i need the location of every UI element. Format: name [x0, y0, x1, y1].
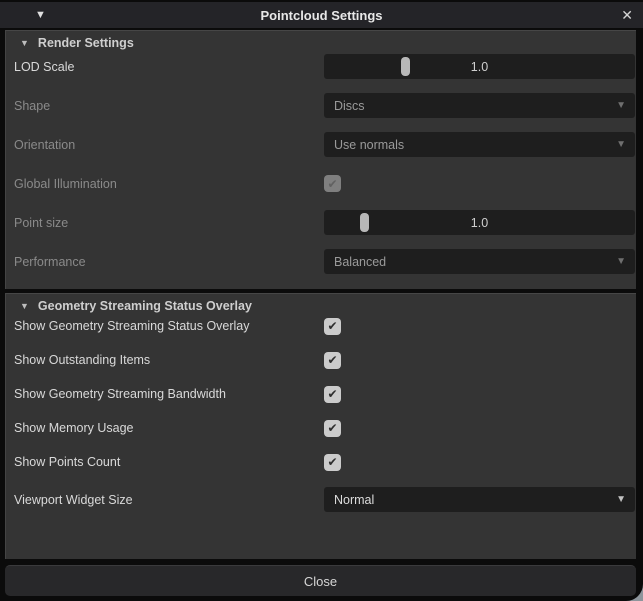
label-point-size: Point size [14, 215, 69, 230]
label-global-illumination: Global Illumination [14, 176, 117, 191]
row-global-illumination: Global Illumination ✔ [6, 171, 636, 196]
dropdown-value: Use normals [334, 137, 405, 152]
collapse-triangle-icon[interactable]: ▼ [20, 38, 29, 48]
close-button[interactable]: Close [5, 565, 636, 596]
row-orientation: Orientation Use normals ▼ [6, 132, 636, 157]
row-shape: Shape Discs ▼ [6, 93, 636, 118]
show-outstanding-items-checkbox[interactable]: ✔ [324, 351, 341, 369]
label-orientation: Orientation [14, 137, 76, 152]
row-show-points-count: Show Points Count ✔ [6, 453, 636, 471]
control-viewport-widget-size: Normal ▼ [324, 487, 635, 512]
dropdown-value: Normal [334, 492, 375, 507]
label-show-memory-usage: Show Memory Usage [14, 421, 134, 435]
titlebar: ▼ Pointcloud Settings ✕ [0, 2, 643, 28]
control-show-geometry-streaming-bandwidth: ✔ [324, 385, 635, 403]
performance-dropdown[interactable]: Balanced ▼ [324, 249, 635, 274]
label-viewport-widget-size: Viewport Widget Size [14, 492, 133, 507]
section-render-settings: ▼ Render Settings LOD Scale 1.0 Shape Discs ▼ O… [5, 30, 636, 289]
control-orientation: Use normals ▼ [324, 132, 635, 157]
control-global-illumination: ✔ [324, 175, 635, 192]
chevron-down-icon[interactable]: ▼ [616, 139, 626, 150]
check-icon: ✔ [327, 421, 338, 435]
orientation-dropdown[interactable]: Use normals ▼ [324, 132, 635, 157]
dropdown-value: Balanced [334, 254, 387, 269]
lod-scale-slider[interactable]: 1.0 [324, 54, 635, 79]
control-show-outstanding-items: ✔ [324, 351, 635, 369]
control-show-memory-usage: ✔ [324, 419, 635, 437]
row-point-size: Point size 1.0 [6, 210, 636, 235]
control-shape: Discs ▼ [324, 93, 635, 118]
row-viewport-widget-size: Viewport Widget Size Normal ▼ [6, 487, 636, 512]
check-icon: ✔ [327, 176, 338, 191]
check-icon: ✔ [327, 455, 338, 469]
section-header-render-settings[interactable]: ▼ Render Settings [6, 31, 636, 54]
window-title: Pointcloud Settings [260, 7, 383, 23]
row-show-memory-usage: Show Memory Usage ✔ [6, 419, 636, 437]
show-memory-usage-checkbox[interactable]: ✔ [324, 419, 341, 437]
collapse-triangle-icon[interactable]: ▼ [20, 301, 29, 311]
chevron-down-icon[interactable]: ▼ [616, 256, 626, 267]
show-points-count-checkbox[interactable]: ✔ [324, 453, 341, 471]
pointcloud-settings-window: ▼ Pointcloud Settings ✕ ▼ Render Settings… [0, 0, 643, 601]
global-illumination-checkbox[interactable]: ✔ [324, 175, 341, 192]
label-performance: Performance [14, 254, 86, 269]
section-title: Render Settings [37, 36, 134, 50]
label-show-geometry-streaming-bandwidth: Show Geometry Streaming Bandwidth [14, 387, 226, 401]
row-performance: Performance Balanced ▼ [6, 249, 636, 274]
chevron-down-icon[interactable]: ▼ [616, 100, 626, 111]
label-lod-scale: LOD Scale [14, 59, 75, 74]
slider-value: 1.0 [470, 59, 489, 74]
control-lod-scale: 1.0 [324, 54, 635, 79]
row-show-outstanding-items: Show Outstanding Items ✔ [6, 351, 636, 369]
control-performance: Balanced ▼ [324, 249, 635, 274]
dropdown-value: Discs [334, 98, 365, 113]
show-geometry-streaming-bandwidth-checkbox[interactable]: ✔ [324, 385, 341, 403]
row-lod-scale: LOD Scale 1.0 [6, 54, 636, 79]
row-show-geometry-streaming-status-overlay: Show Geometry Streaming Status Overlay ✔ [6, 317, 636, 335]
content: ▼ Render Settings LOD Scale 1.0 Shape Discs ▼ O… [5, 30, 636, 596]
shape-dropdown[interactable]: Discs ▼ [324, 93, 635, 118]
slider-value: 1.0 [470, 215, 489, 230]
control-show-geometry-streaming-status-overlay: ✔ [324, 317, 635, 335]
label-show-points-count: Show Points Count [14, 455, 121, 469]
screen: ▼ Pointcloud Settings ✕ ▼ Render Settings… [0, 0, 643, 601]
section-title: Geometry Streaming Status Overlay [37, 299, 252, 313]
row-show-geometry-streaming-bandwidth: Show Geometry Streaming Bandwidth ✔ [6, 385, 636, 403]
control-show-points-count: ✔ [324, 453, 635, 471]
label-show-geometry-streaming-status-overlay: Show Geometry Streaming Status Overlay [14, 319, 250, 333]
section-header-geometry-streaming-status-overlay[interactable]: ▼ Geometry Streaming Status Overlay [6, 294, 636, 317]
label-shape: Shape [14, 98, 51, 113]
check-icon: ✔ [327, 387, 338, 401]
label-show-outstanding-items: Show Outstanding Items [14, 353, 151, 367]
point-size-slider[interactable]: 1.0 [324, 210, 635, 235]
chevron-down-icon[interactable]: ▼ [616, 494, 626, 505]
show-geometry-streaming-status-overlay-checkbox[interactable]: ✔ [324, 317, 341, 335]
control-point-size: 1.0 [324, 210, 635, 235]
viewport-widget-size-dropdown[interactable]: Normal ▼ [324, 487, 635, 512]
close-icon[interactable]: ✕ [621, 2, 633, 28]
section-geometry-streaming-status-overlay: ▼ Geometry Streaming Status Overlay Show G… [5, 293, 636, 559]
check-icon: ✔ [327, 319, 338, 333]
check-icon: ✔ [327, 353, 338, 367]
